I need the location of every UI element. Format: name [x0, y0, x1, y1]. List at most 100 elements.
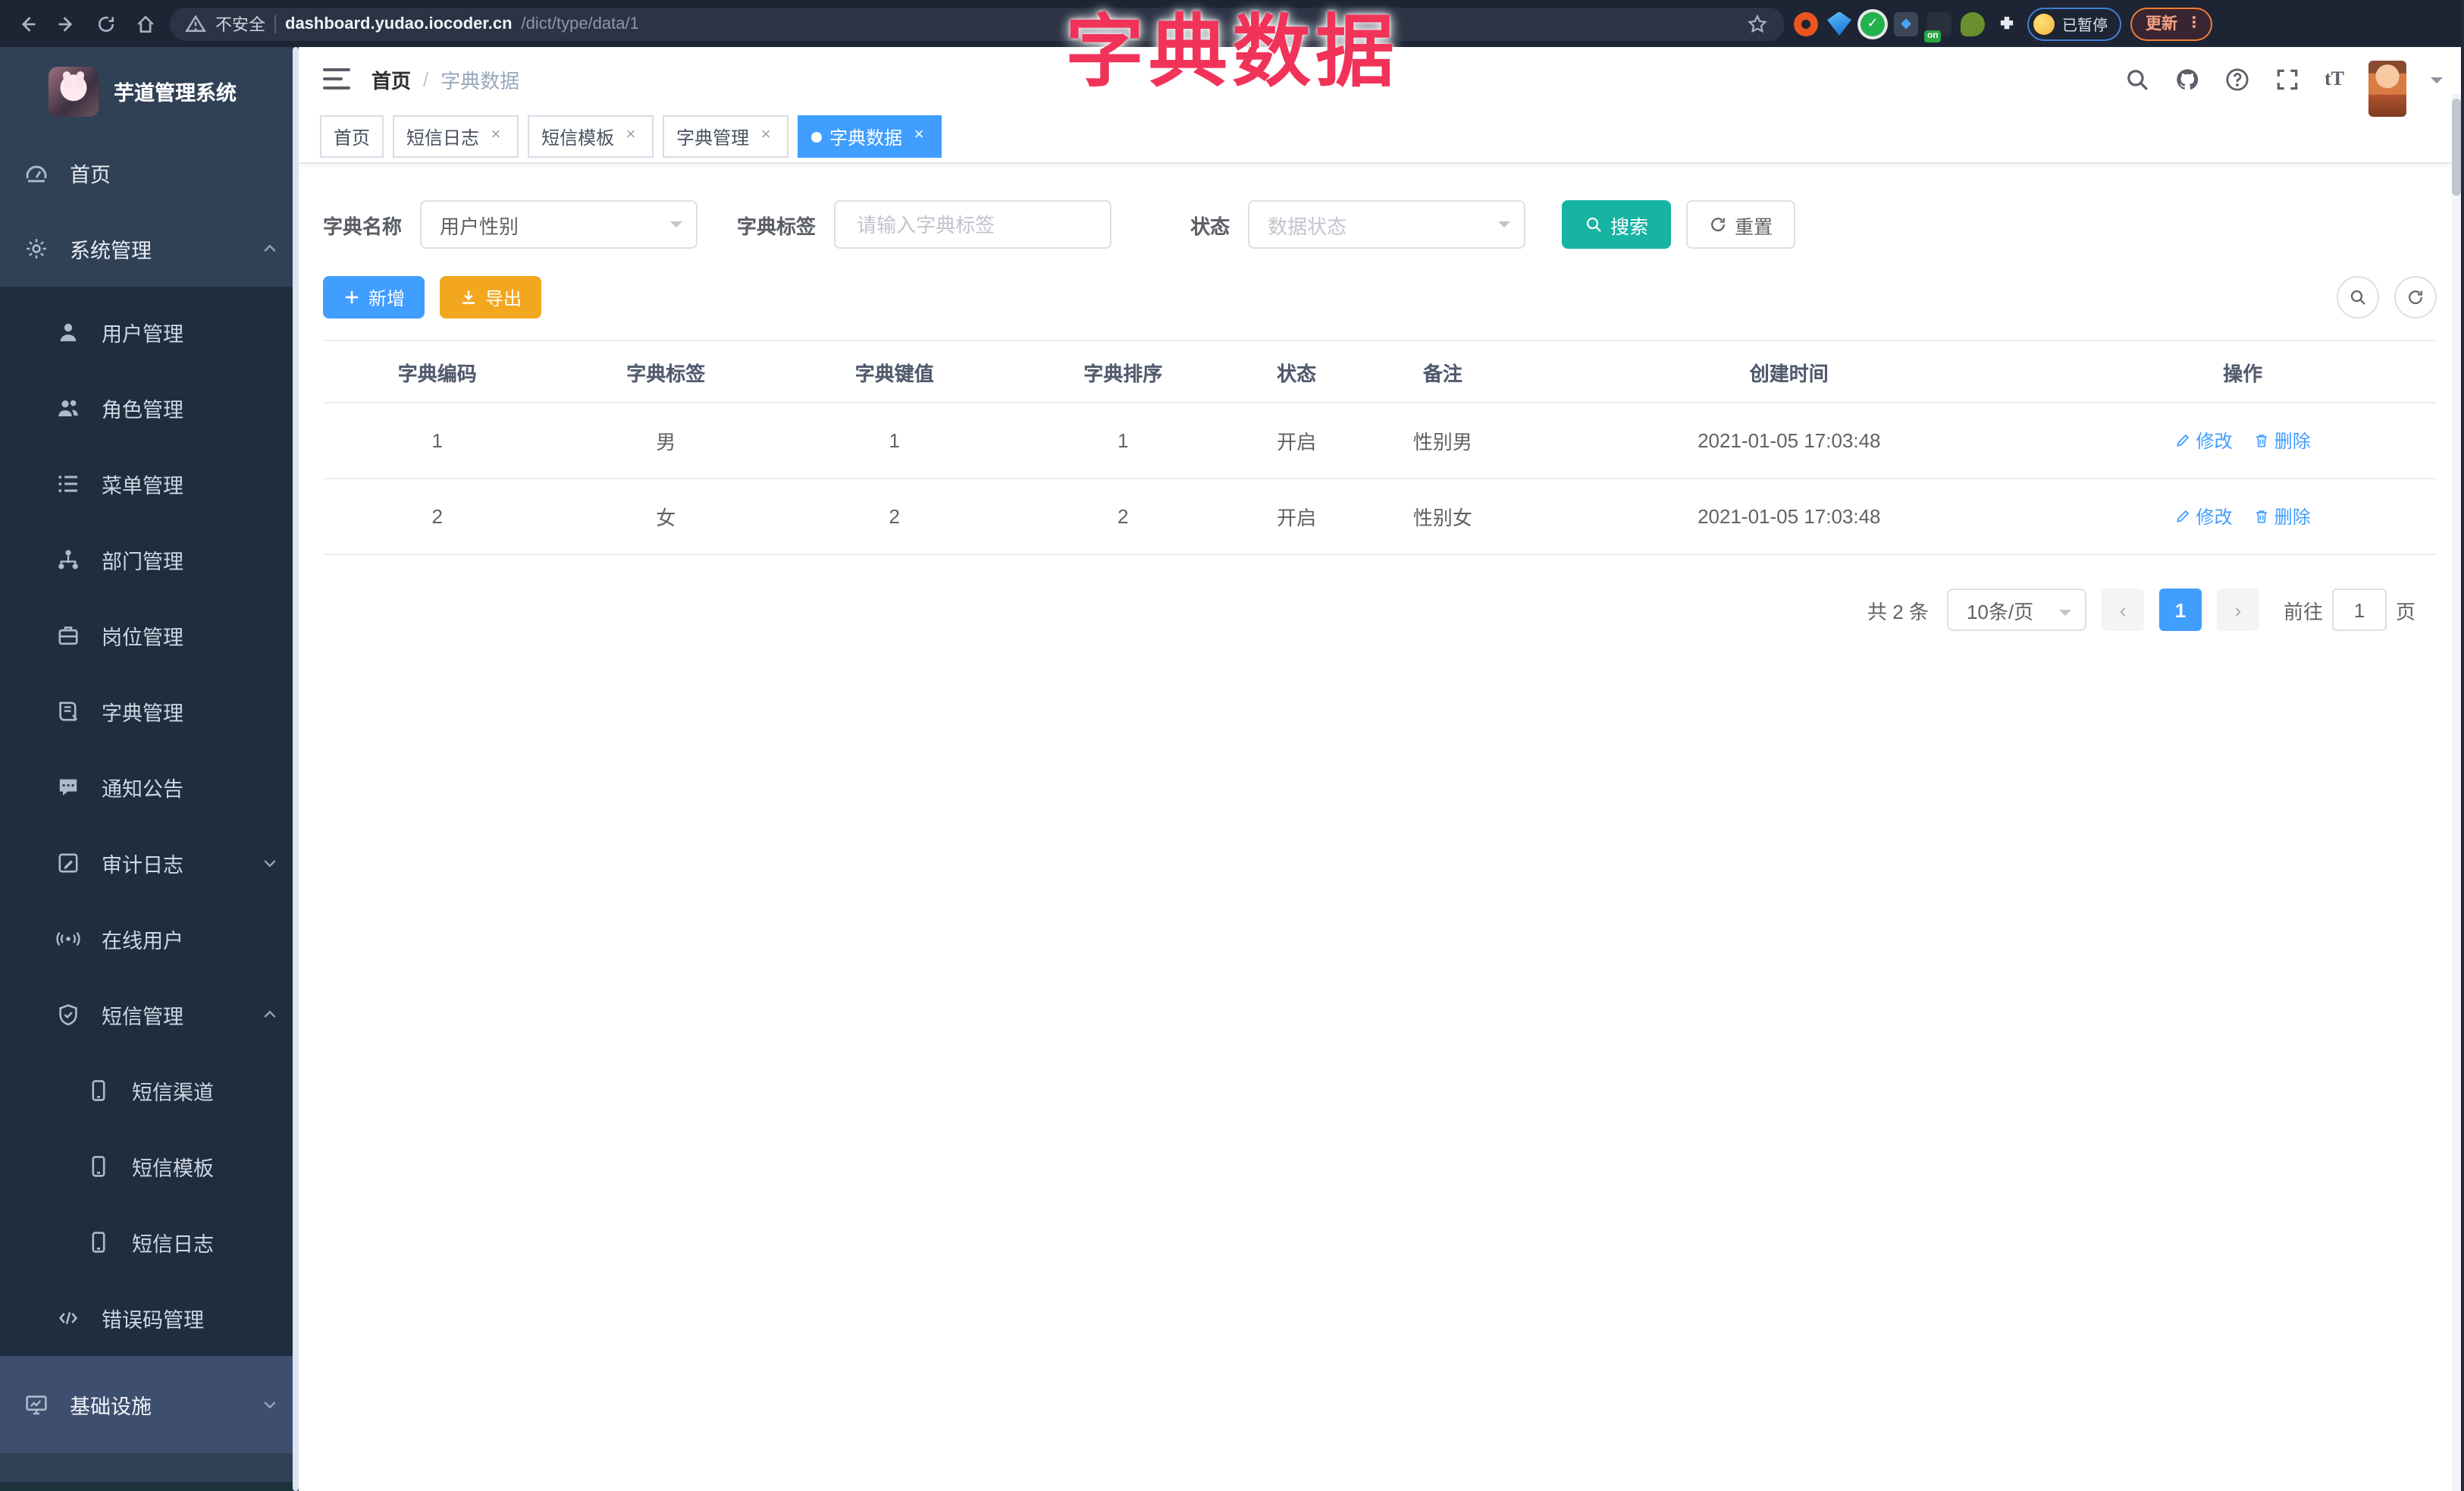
not-secure-warning-icon[interactable]: [185, 13, 206, 34]
chevron-down-icon: [261, 854, 279, 872]
close-icon[interactable]: ×: [487, 127, 505, 146]
extensions-puzzle-icon[interactable]: [1994, 11, 2018, 36]
app-logo: [49, 66, 99, 116]
sidebar-item-menus[interactable]: 菜单管理: [0, 446, 299, 522]
phone-icon: [86, 1078, 111, 1103]
dict-name-select[interactable]: 用户性别: [420, 200, 698, 249]
profile-paused-chip[interactable]: 已暂停: [2027, 7, 2121, 40]
table-toolbar: 新增 导出: [323, 276, 2437, 319]
table-row: 2 女 2 2 开启 性别女 2021-01-05 17:03:48 修改 删除: [323, 479, 2437, 555]
table-header-row: 字典编码 字典标签 字典键值 字典排序 状态 备注 创建时间 操作: [323, 340, 2437, 403]
github-icon[interactable]: [2174, 66, 2200, 92]
sidebar-item-roles[interactable]: 角色管理: [0, 370, 299, 446]
address-bar[interactable]: 不安全 dashboard.yudao.iocoder.cn/dict/type…: [170, 7, 1785, 40]
extension-icon-check[interactable]: ✓: [1861, 11, 1885, 36]
header-search-icon[interactable]: [2124, 66, 2150, 92]
reset-button[interactable]: 重置: [1686, 200, 1796, 249]
search-icon: [2349, 288, 2367, 306]
not-secure-label: 不安全: [215, 16, 265, 34]
sidebar-item-sms-log[interactable]: 短信日志: [0, 1204, 299, 1280]
sidebar-item-posts[interactable]: 岗位管理: [0, 598, 299, 673]
sidebar-item-label: 岗位管理: [102, 626, 183, 649]
tab-home[interactable]: 首页: [320, 115, 384, 158]
browser-forward-button[interactable]: [52, 8, 82, 39]
browser-home-button[interactable]: [130, 8, 161, 39]
sidebar-item-sms[interactable]: 短信管理: [0, 977, 299, 1053]
help-icon[interactable]: [2224, 66, 2250, 92]
browser-update-button[interactable]: 更新 ⋮: [2130, 7, 2212, 40]
bookmark-star-icon[interactable]: [1745, 11, 1770, 36]
delete-link[interactable]: 删除: [2253, 428, 2311, 454]
export-button[interactable]: 导出: [440, 276, 542, 319]
status-select[interactable]: 数据状态: [1248, 200, 1526, 249]
edit-link[interactable]: 修改: [2175, 428, 2233, 454]
sidebar-item-sms-template[interactable]: 短信模板: [0, 1128, 299, 1204]
browser-reload-button[interactable]: [91, 8, 121, 39]
tab-dict-manage[interactable]: 字典管理 ×: [663, 115, 789, 158]
browser-back-button[interactable]: [12, 8, 42, 39]
hamburger-icon[interactable]: [323, 68, 350, 89]
org-tree-icon: [56, 548, 80, 572]
current-page-button[interactable]: 1: [2158, 589, 2202, 631]
sidebar-item-depts[interactable]: 部门管理: [0, 522, 299, 598]
sidebar-item-home[interactable]: 首页: [0, 135, 299, 211]
next-page-button[interactable]: ›: [2216, 589, 2259, 631]
sidebar-item-error-code[interactable]: 错误码管理: [0, 1280, 299, 1356]
delete-link[interactable]: 删除: [2253, 504, 2311, 529]
goto-page-input[interactable]: [2331, 589, 2387, 631]
sidebar-item-notice[interactable]: 通知公告: [0, 749, 299, 825]
breadcrumb: 首页 / 字典数据: [371, 64, 519, 93]
search-button[interactable]: 搜索: [1562, 200, 1672, 249]
sidebar-item-online-users[interactable]: 在线用户: [0, 901, 299, 977]
sidebar-item-infrastructure[interactable]: 基础设施: [0, 1356, 299, 1453]
close-icon[interactable]: ×: [910, 127, 928, 146]
tab-sms-template[interactable]: 短信模板 ×: [528, 115, 654, 158]
log-icon: [56, 851, 80, 875]
refresh-table-button[interactable]: [2394, 276, 2437, 319]
breadcrumb-separator: /: [423, 67, 429, 90]
extension-icon-switch[interactable]: on: [1924, 11, 1951, 42]
page-size-select[interactable]: 10条/页: [1946, 589, 2086, 631]
extension-icon-ubuntu[interactable]: [1794, 11, 1818, 36]
sidebar-item-label: 错误码管理: [102, 1309, 204, 1332]
user-avatar[interactable]: [2368, 60, 2406, 116]
fullscreen-icon[interactable]: [2274, 66, 2300, 92]
dict-tag-input[interactable]: [854, 212, 1071, 237]
avatar-caret-icon[interactable]: [2431, 77, 2443, 89]
sidebar-item-system[interactable]: 系统管理: [0, 211, 299, 287]
browser-menu-kebab-icon[interactable]: ⋮: [2187, 15, 2202, 32]
page-scrollbar-thumb[interactable]: [2452, 99, 2461, 196]
close-icon[interactable]: ×: [622, 127, 640, 146]
cell-status: 开启: [1237, 403, 1356, 479]
tab-dict-data[interactable]: 字典数据 ×: [798, 115, 942, 158]
font-size-icon[interactable]: tT: [2324, 67, 2344, 91]
page-scrollbar[interactable]: [2452, 94, 2461, 1491]
tab-sms-log[interactable]: 短信日志 ×: [393, 115, 519, 158]
toggle-search-button[interactable]: [2337, 276, 2379, 319]
prev-page-button[interactable]: ‹: [2101, 589, 2144, 631]
edit-link[interactable]: 修改: [2175, 504, 2233, 529]
gear-icon: [24, 237, 49, 261]
sidebar-item-users[interactable]: 用户管理: [0, 294, 299, 370]
page-unit-label: 页: [2395, 600, 2415, 623]
sidebar-item-sms-channel[interactable]: 短信渠道: [0, 1053, 299, 1128]
add-button[interactable]: 新增: [323, 276, 425, 319]
extension-icon-gem[interactable]: [1827, 11, 1851, 36]
close-icon[interactable]: ×: [757, 127, 775, 146]
sidebar-item-label: 短信日志: [132, 1233, 214, 1256]
sidebar-item-audit-log[interactable]: 审计日志: [0, 825, 299, 901]
breadcrumb-home[interactable]: 首页: [371, 64, 411, 93]
cell-created-at: 2021-01-05 17:03:48: [1529, 479, 2049, 555]
sidebar-item-dict[interactable]: 字典管理: [0, 673, 299, 749]
profile-avatar-icon: [2033, 13, 2055, 34]
sidebar-item-label: 短信渠道: [132, 1081, 214, 1104]
select-caret-icon: [1498, 221, 1511, 234]
col-header: 备注: [1356, 340, 1530, 403]
extension-icon-leaf[interactable]: [1961, 11, 1985, 36]
sidebar-item-label: 用户管理: [102, 323, 183, 346]
window-right-edge: [2461, 0, 2464, 1491]
app-logo-row[interactable]: 芋道管理系统: [0, 47, 299, 135]
goto-label: 前往: [2283, 600, 2323, 623]
sidebar-scrollbar[interactable]: [293, 47, 299, 1491]
extension-icon-bars[interactable]: ◆: [1894, 11, 1918, 36]
